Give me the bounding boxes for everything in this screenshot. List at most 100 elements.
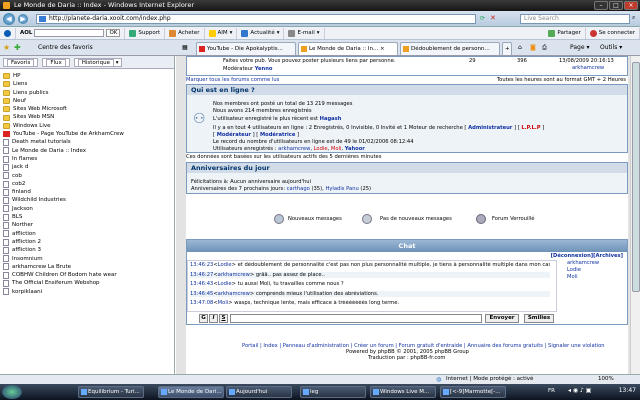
mark-read-link[interactable]: Marquer tous les forums comme lus: [186, 77, 279, 83]
vertical-scrollbar[interactable]: [630, 56, 640, 384]
taskbar-item[interactable]: [<-9]Marmotte[-...: [440, 386, 506, 398]
favorite-item[interactable]: Windows Live: [3, 122, 174, 130]
aim-button[interactable]: AIM ▾: [205, 27, 238, 39]
support-button[interactable]: Support: [125, 27, 166, 39]
tab-dedoublement[interactable]: Dédoublement de personn...: [400, 42, 500, 55]
chat-messages[interactable]: 13:46:23<Lodie> et dédoublement de perso…: [187, 260, 557, 312]
favorite-item[interactable]: affliction 3: [3, 246, 174, 254]
chat-user-link[interactable]: Lodie: [567, 267, 581, 273]
favorites-center-label[interactable]: Centre des favoris: [38, 44, 93, 51]
historique-button[interactable]: Historique ▾: [73, 57, 123, 67]
italic-button[interactable]: I: [209, 314, 218, 323]
scrollbar-thumb[interactable]: [632, 62, 640, 292]
favorite-item[interactable]: arkhamcrew La Brute: [3, 263, 174, 271]
favorite-item[interactable]: Wildchild Industries: [3, 196, 174, 205]
acheter-button[interactable]: Acheter: [165, 27, 205, 39]
start-button[interactable]: [2, 385, 22, 399]
online-user-link[interactable]: Yahoor: [345, 146, 365, 152]
page-menu[interactable]: Page ▾: [570, 44, 589, 51]
last-post-user[interactable]: arkhamcrew: [572, 65, 604, 71]
back-arrow-icon[interactable]: ◀: [3, 13, 15, 25]
favorite-item[interactable]: Jackson: [3, 205, 174, 213]
favorite-item[interactable]: finland: [3, 188, 174, 196]
favorite-item[interactable]: cob2: [3, 180, 174, 188]
favorite-item[interactable]: Sites Web Microsoft: [3, 105, 174, 113]
email-button[interactable]: E-mail ▾: [284, 27, 325, 39]
chat-user-link[interactable]: arkhamcrew: [567, 260, 599, 266]
chat-user[interactable]: arkhamcrew: [218, 291, 250, 297]
favorite-item[interactable]: korpiklaani: [3, 288, 174, 296]
print-icon[interactable]: ⎙: [542, 44, 547, 52]
flux-button[interactable]: Flux: [42, 57, 70, 67]
legend-admin[interactable]: Administrateur: [468, 125, 512, 131]
chat-user[interactable]: Moli: [218, 300, 229, 306]
taskbar-item[interactable]: Windows Live M...: [370, 386, 436, 398]
favorite-item[interactable]: In flames: [3, 155, 174, 163]
chat-user[interactable]: Lodie: [218, 262, 232, 268]
partager-button[interactable]: Partager: [544, 27, 586, 39]
favorite-item[interactable]: Liens: [3, 80, 174, 88]
smilies-button[interactable]: Smilies: [524, 314, 554, 323]
zoom-level[interactable]: 100%: [598, 375, 614, 384]
favorite-item[interactable]: cob: [3, 172, 174, 180]
underline-button[interactable]: S: [219, 314, 228, 323]
taskbar-item[interactable]: Le Monde de Dari...: [158, 386, 224, 398]
add-favorites-icon[interactable]: ✚: [14, 43, 21, 52]
ok-button[interactable]: OK: [106, 29, 121, 37]
chat-message-input[interactable]: [230, 314, 482, 323]
chat-archives-link[interactable]: [Archives]: [593, 253, 623, 259]
close-button[interactable]: ×: [624, 1, 638, 10]
favorite-item[interactable]: Norther: [3, 221, 174, 229]
aol-search-input[interactable]: [34, 29, 105, 37]
tools-menu[interactable]: Outils ▾: [600, 44, 622, 51]
favorite-item[interactable]: BLS: [3, 213, 174, 221]
se-connecter-button[interactable]: Se connecter: [586, 27, 640, 39]
chat-user[interactable]: arkhamcrew: [218, 272, 250, 278]
stop-icon[interactable]: ✕: [490, 14, 496, 22]
favorites-star-icon[interactable]: ★: [3, 43, 10, 52]
tray-icons[interactable]: ◂ ◉ ♪ ▣: [568, 387, 591, 394]
minimize-button[interactable]: –: [594, 1, 608, 10]
favorite-item[interactable]: affliction: [3, 230, 174, 238]
new-tab-button[interactable]: +: [502, 42, 512, 55]
maximize-button[interactable]: □: [609, 1, 623, 10]
birthday-user-link[interactable]: Hyladis Panu: [325, 186, 358, 192]
rss-icon[interactable]: ◙: [530, 44, 536, 51]
search-icon[interactable]: ⌕: [632, 14, 635, 22]
favorite-item[interactable]: Liens publics: [3, 89, 174, 97]
online-user-link[interactable]: arkhamcrew: [278, 146, 310, 152]
taskbar-item[interactable]: leg: [300, 386, 366, 398]
newest-member-link[interactable]: Hagash: [320, 116, 342, 122]
favorite-item[interactable]: The Official Ensiferum Webshop: [3, 279, 174, 288]
online-user-link[interactable]: Lodie: [314, 146, 328, 152]
refresh-icon[interactable]: ⟳: [480, 15, 485, 22]
close-tab-icon[interactable]: ×: [380, 46, 385, 52]
favoris-button[interactable]: Favoris: [3, 57, 39, 67]
birthday-user-link[interactable]: carthago: [287, 186, 310, 192]
legend-moderatrice[interactable]: Modératrice: [260, 132, 295, 138]
online-user-link[interactable]: Moli: [331, 146, 342, 152]
legend-moderateur[interactable]: Modérateur: [217, 132, 251, 138]
legend-lplp[interactable]: L.P.L.P: [521, 125, 540, 131]
taskbar-item[interactable]: Aujourd'hui: [226, 386, 292, 398]
favorite-item[interactable]: Death metal tutorials: [3, 138, 174, 147]
moderator-link[interactable]: Yenno: [255, 66, 273, 72]
chat-user-link[interactable]: Moli: [567, 274, 578, 280]
favorite-item[interactable]: Sites Web MSN: [3, 113, 174, 121]
home-icon[interactable]: ⌂: [518, 44, 522, 51]
favorite-item[interactable]: COBHW Children Of Bodom hate wear: [3, 271, 174, 279]
send-button[interactable]: Envoyer: [485, 314, 519, 323]
search-input[interactable]: Live Search: [520, 14, 630, 24]
favorite-item[interactable]: HP: [3, 72, 174, 80]
favorite-item[interactable]: jack d: [3, 163, 174, 171]
language-indicator[interactable]: FR: [548, 388, 555, 394]
favorite-item[interactable]: affliction 2: [3, 238, 174, 246]
favorite-item[interactable]: Neuf: [3, 97, 174, 105]
forward-arrow-icon[interactable]: ▶: [18, 14, 28, 24]
taskbar-item[interactable]: Equilibrium - Turi...: [78, 386, 144, 398]
tab-youtube[interactable]: YouTube - Die Apokalyptis...: [196, 42, 296, 55]
chat-disconnect-link[interactable]: [Déconnexion]: [551, 253, 594, 259]
quick-tabs-icon[interactable]: ▦: [182, 44, 188, 51]
favorite-item[interactable]: YouTube - Page YouTube de ArkhamCrew: [3, 130, 174, 138]
bold-button[interactable]: G: [199, 314, 208, 323]
